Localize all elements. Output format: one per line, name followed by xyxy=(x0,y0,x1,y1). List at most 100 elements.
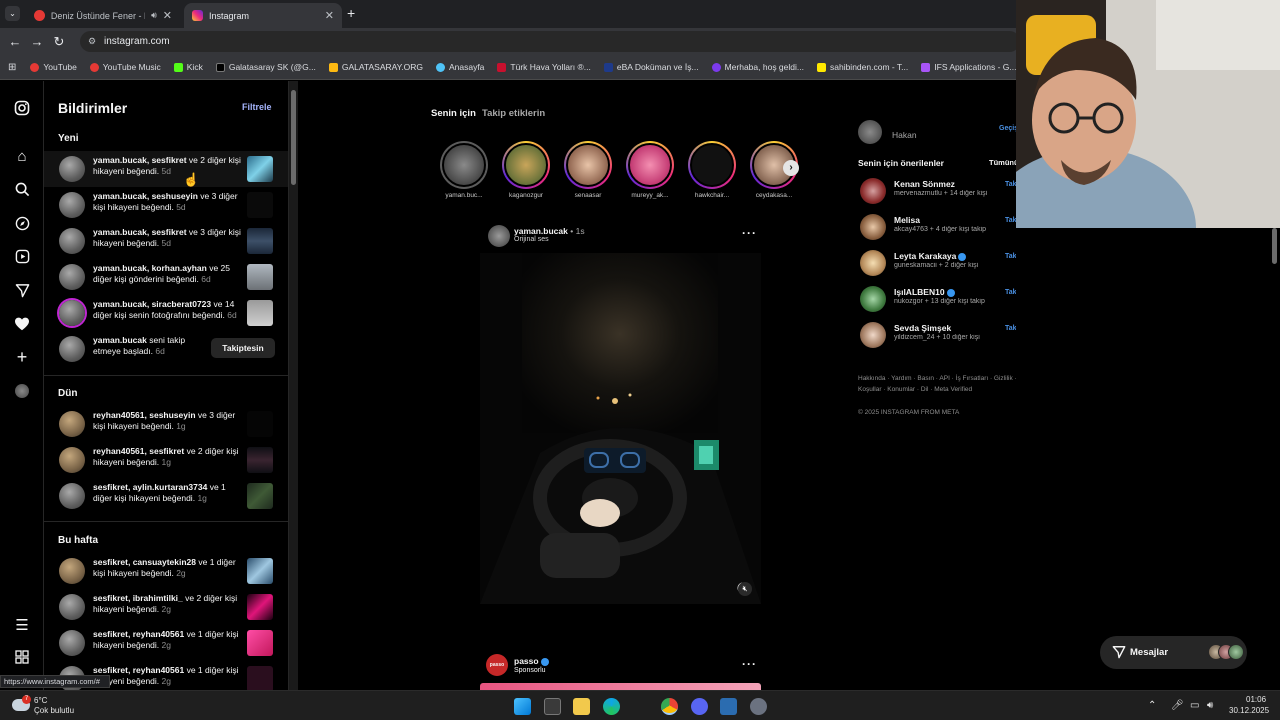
user-avatar[interactable] xyxy=(59,336,85,362)
new-tab-button[interactable]: + xyxy=(347,5,355,21)
post-thumbnail[interactable] xyxy=(247,264,273,290)
story-item[interactable]: kaganozgur xyxy=(500,141,552,199)
user-avatar[interactable] xyxy=(59,411,85,437)
user-avatar[interactable] xyxy=(59,300,85,326)
bookmark-ifs[interactable]: IFS Applications - G... xyxy=(921,62,1016,72)
bookmark-kick[interactable]: Kick xyxy=(173,62,203,72)
notification-item[interactable]: sesfikret, aylin.kurtaran3734 ve 1 diğer… xyxy=(44,478,288,514)
following-button[interactable]: Takiptesin xyxy=(211,338,275,358)
clock-date[interactable]: 30.12.2025 xyxy=(1229,706,1269,715)
post-audio[interactable]: Orijinal ses xyxy=(514,236,549,243)
suggestion-name[interactable]: Sevda Şimşek xyxy=(894,323,951,333)
chrome-icon[interactable] xyxy=(661,698,678,715)
close-tab-icon[interactable]: ✕ xyxy=(325,9,334,22)
suggestion-avatar[interactable] xyxy=(860,214,886,240)
create-icon[interactable]: + xyxy=(13,348,31,366)
bookmark-eba[interactable]: eBA Doküman ve İş... xyxy=(603,62,699,72)
scrollbar-thumb[interactable] xyxy=(291,90,296,185)
apps-icon[interactable]: ⊞ xyxy=(8,62,16,73)
search-icon[interactable] xyxy=(13,182,31,200)
user-avatar[interactable] xyxy=(59,264,85,290)
footer-links[interactable]: Hakkında · Yardım · Basın · API · İş Fır… xyxy=(858,373,1028,395)
volume-icon[interactable]: 🔊︎ xyxy=(1207,700,1213,711)
notification-item[interactable]: yaman.bucak seni takip etmeye başladı. 6… xyxy=(44,331,288,367)
suggestion-name[interactable]: IşılALBEN10 xyxy=(894,287,955,297)
story-thumbnail[interactable] xyxy=(247,228,273,254)
sponsor-name[interactable]: passo xyxy=(514,656,549,666)
notification-item[interactable]: reyhan40561, sesfikret ve 2 diğer kişi h… xyxy=(44,442,288,478)
story-thumbnail[interactable] xyxy=(247,594,273,620)
suggestion-name[interactable]: Leyta Karakaya xyxy=(894,251,967,261)
page-scrollbar-thumb[interactable] xyxy=(1272,228,1277,264)
notification-item[interactable]: yaman.bucak, seshuseyin ve 3 diğer kişi … xyxy=(44,187,288,223)
story-item[interactable]: yaman.buc... xyxy=(438,141,490,199)
clock-time[interactable]: 01:06 xyxy=(1246,695,1266,704)
user-avatar[interactable] xyxy=(59,630,85,656)
close-tab-icon[interactable]: ✕ xyxy=(163,9,172,22)
story-thumbnail[interactable] xyxy=(247,411,273,437)
mute-icon[interactable]: 🔇︎ xyxy=(738,582,752,596)
notification-item[interactable]: sesfikret, cansuaytekin28 ve 1 diğer kiş… xyxy=(44,553,288,589)
discord-icon[interactable] xyxy=(691,698,708,715)
messages-button[interactable]: Mesajlar xyxy=(1100,636,1247,669)
story-thumbnail[interactable] xyxy=(247,666,273,690)
file-explorer-icon[interactable] xyxy=(573,698,590,715)
home-icon[interactable]: ⌂ xyxy=(13,148,31,166)
site-info-icon[interactable]: ⚙ xyxy=(88,36,96,47)
menu-icon[interactable]: ☰ xyxy=(13,617,31,635)
bookmark-youtube[interactable]: YouTube xyxy=(30,62,77,72)
bookmark-merhaba[interactable]: Merhaba, hoş geldi... xyxy=(711,62,804,72)
notification-item[interactable]: yaman.bucak, korhan.ayhan ve 25 diğer ki… xyxy=(44,259,288,295)
browser-tab-youtube[interactable]: Deniz Üstünde Fener - En P 🔊︎ ✕ xyxy=(26,3,180,28)
story-thumbnail[interactable] xyxy=(247,156,273,182)
user-avatar[interactable] xyxy=(59,483,85,509)
profile-avatar[interactable] xyxy=(13,382,31,400)
network-icon[interactable]: ▭ xyxy=(1190,700,1199,711)
tab-following[interactable]: Takip etiklerin xyxy=(482,108,545,119)
story-thumbnail[interactable] xyxy=(247,483,273,509)
instagram-logo-icon[interactable] xyxy=(13,100,31,118)
story-thumbnail[interactable] xyxy=(247,192,273,218)
sponsor-avatar[interactable]: passo xyxy=(486,654,508,676)
story-thumbnail[interactable] xyxy=(247,630,273,656)
post-more-icon[interactable]: ··· xyxy=(742,226,757,240)
user-avatar[interactable] xyxy=(59,156,85,182)
notification-item[interactable]: sesfikret, reyhan40561 ve 1 diğer kişi h… xyxy=(44,625,288,661)
reels-icon[interactable] xyxy=(13,249,31,267)
suggestion-avatar[interactable] xyxy=(860,250,886,276)
story-item[interactable]: mureyy_ak... xyxy=(624,141,676,199)
story-item[interactable]: hawkchair... xyxy=(686,141,738,199)
user-avatar[interactable] xyxy=(59,558,85,584)
back-icon[interactable]: ← xyxy=(4,34,26,49)
task-view-icon[interactable] xyxy=(544,698,561,715)
bookmark-sahibinden[interactable]: sahibinden.com - T... xyxy=(816,62,908,72)
bookmark-anasayfa[interactable]: Anasayfa xyxy=(435,62,484,72)
bookmark-thy[interactable]: Türk Hava Yolları ®... xyxy=(497,62,591,72)
address-bar[interactable]: ⚙ instagram.com xyxy=(80,31,1020,52)
reload-icon[interactable]: ↻ xyxy=(48,34,70,50)
messages-icon[interactable] xyxy=(13,283,31,301)
browser-tab-instagram[interactable]: Instagram ✕ xyxy=(184,3,342,28)
post-author-name[interactable]: yaman.bucak xyxy=(514,226,568,236)
notification-item[interactable]: sesfikret, ibrahimtilki_ ve 2 diğer kişi… xyxy=(44,589,288,625)
suggestion-avatar[interactable] xyxy=(860,322,886,348)
see-all-button[interactable]: Tümünü xyxy=(989,158,1019,167)
tab-search-button[interactable]: ⌄ xyxy=(5,6,20,21)
windows-start-icon[interactable] xyxy=(514,698,531,715)
notification-item[interactable]: reyhan40561, seshuseyin ve 3 diğer kişi … xyxy=(44,406,288,442)
bookmark-galatasaray-org[interactable]: GALATASARAY.ORG xyxy=(328,62,423,72)
suggestion-avatar[interactable] xyxy=(860,286,886,312)
bookmark-galatasaray-x[interactable]: Galatasaray SK (@G... xyxy=(215,62,316,72)
filter-button[interactable]: Filtrele xyxy=(242,102,272,112)
microphone-icon[interactable]: 🎤︎ xyxy=(1171,700,1184,711)
speaker-icon[interactable]: 🔊︎ xyxy=(151,10,157,21)
notification-item[interactable]: yaman.bucak, siracberat0723 ve 14 diğer … xyxy=(44,295,288,331)
tray-overflow-icon[interactable]: ⌃ xyxy=(1148,700,1156,711)
apps-grid-icon[interactable] xyxy=(13,650,31,668)
tab-for-you[interactable]: Senin için xyxy=(431,108,476,119)
current-user-avatar[interactable] xyxy=(858,120,882,144)
user-avatar[interactable] xyxy=(59,192,85,218)
post-video[interactable]: 🔇︎ xyxy=(480,253,761,604)
settings-icon[interactable] xyxy=(750,698,767,715)
bookmark-youtube-music[interactable]: YouTube Music xyxy=(89,62,161,72)
